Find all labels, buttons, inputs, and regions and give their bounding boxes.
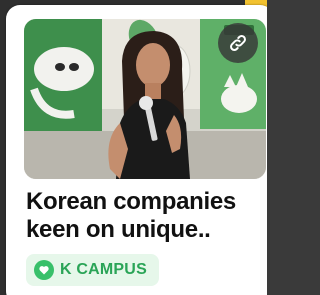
- link-icon: [230, 35, 246, 51]
- share-link-button[interactable]: [218, 23, 258, 63]
- heart-icon: [34, 260, 54, 280]
- feed-viewport: Korean companies keen on unique.. K CAMP…: [0, 0, 267, 295]
- source-badge[interactable]: K CAMPUS: [26, 254, 159, 286]
- card-title[interactable]: Korean companies keen on unique..: [26, 188, 266, 244]
- source-label: K CAMPUS: [60, 261, 147, 278]
- news-card[interactable]: Korean companies keen on unique.. K CAMP…: [6, 5, 267, 295]
